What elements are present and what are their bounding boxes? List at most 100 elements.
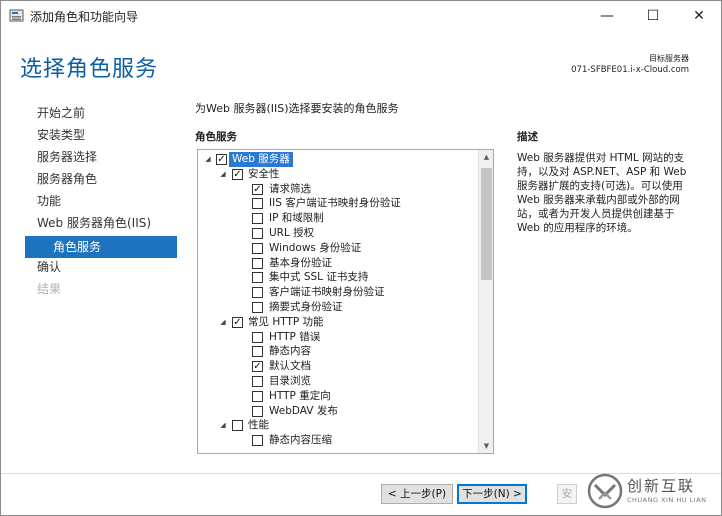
tree-item-label: Windows 身份验证 xyxy=(269,241,362,254)
tree-item[interactable]: ◢ ✓ Web 服务器 xyxy=(198,152,478,167)
tree-item[interactable]: URL 授权 xyxy=(198,226,478,241)
tree-item-label: 安全性 xyxy=(248,167,280,180)
close-icon: ✕ xyxy=(693,8,705,24)
nav-item-3[interactable]: 服务器角色 xyxy=(25,170,177,192)
tree-item[interactable]: ◢ ✓ 常见 HTTP 功能 xyxy=(198,315,478,330)
tree-item-label: IIS 客户端证书映射身份验证 xyxy=(269,197,401,210)
nav-item-1[interactable]: 安装类型 xyxy=(25,126,177,148)
tree-item-label: 基本身份验证 xyxy=(269,256,332,269)
checkbox[interactable]: ✓ xyxy=(216,154,227,165)
checkbox[interactable] xyxy=(232,420,243,432)
instruction-text: 为Web 服务器(IIS)选择要安装的角色服务 xyxy=(195,102,399,115)
tree-item-label: 静态内容 xyxy=(269,345,311,358)
tree-item[interactable]: HTTP 重定向 xyxy=(198,389,478,404)
nav-item-4[interactable]: 功能 xyxy=(25,192,177,214)
minimize-icon: — xyxy=(600,8,614,24)
tree-item[interactable]: IP 和域限制 xyxy=(198,211,478,226)
maximize-button[interactable]: ☐ xyxy=(631,1,675,31)
watermark: 创新互联 CHUANG XIN HU LIAN xyxy=(587,467,722,516)
tree-item-label: 集中式 SSL 证书支持 xyxy=(269,271,369,284)
scroll-up-icon[interactable]: ▲ xyxy=(479,150,493,164)
checkbox[interactable] xyxy=(252,405,263,417)
checkbox[interactable] xyxy=(252,272,263,284)
scroll-down-icon[interactable]: ▼ xyxy=(479,439,493,453)
checkbox[interactable] xyxy=(252,346,263,358)
tree-item-label: 静态内容压缩 xyxy=(269,434,332,447)
destination-server-label: 目标服务器 xyxy=(649,54,689,63)
description-text: Web 服务器提供对 HTML 网站的支持，以及对 ASP.NET、ASP 和 … xyxy=(517,152,687,234)
tree-item-label: 客户端证书映射身份验证 xyxy=(269,286,385,299)
tree-item-label: 性能 xyxy=(248,419,269,432)
tree-item-label: HTTP 重定向 xyxy=(269,389,331,402)
tree-item[interactable]: ◢ ✓ 安全性 xyxy=(198,167,478,182)
watermark-brand: 创新互联 xyxy=(627,477,696,495)
tree-item-label: 常见 HTTP 功能 xyxy=(248,315,324,328)
tree-item[interactable]: 目录浏览 xyxy=(198,374,478,389)
tree-item[interactable]: 客户端证书映射身份验证 xyxy=(198,285,478,300)
checkbox[interactable]: ✓ xyxy=(252,183,263,195)
tree-item[interactable]: ✓ 默认文档 xyxy=(198,359,478,374)
tree-item-label: URL 授权 xyxy=(269,226,315,239)
previous-button[interactable]: < 上一步(P) xyxy=(381,484,453,504)
expand-collapse-icon[interactable]: ◢ xyxy=(203,152,213,167)
checkbox[interactable] xyxy=(252,375,263,387)
checkbox[interactable] xyxy=(252,301,263,313)
tree-items: ◢ ✓ Web 服务器 ◢ ✓ 安全性 ✓ 请求筛选 IIS 客户端证书映射身份验证 IP 和域限… xyxy=(198,152,478,448)
checkbox[interactable] xyxy=(252,213,263,225)
title-bar[interactable]: 添加角色和功能向导 — ☐ ✕ xyxy=(1,1,721,31)
checkbox[interactable] xyxy=(252,227,263,239)
checkbox[interactable]: ✓ xyxy=(252,361,263,373)
tree-item[interactable]: ◢ 性能 xyxy=(198,418,478,433)
nav-item-6[interactable]: 角色服务 xyxy=(25,236,177,258)
checkbox[interactable] xyxy=(252,287,263,299)
minimize-button[interactable]: — xyxy=(585,1,629,31)
tree-item-label: Web 服务器 xyxy=(229,152,293,167)
tree-item[interactable]: 静态内容 xyxy=(198,344,478,359)
nav-item-5[interactable]: Web 服务器角色(IIS) xyxy=(25,214,177,236)
nav-item-0[interactable]: 开始之前 xyxy=(25,104,177,126)
watermark-sub: CHUANG XIN HU LIAN xyxy=(627,496,707,504)
install-button[interactable]: 安 xyxy=(557,484,577,504)
tree-item[interactable]: 静态内容压缩 xyxy=(198,433,478,448)
scroll-thumb[interactable] xyxy=(481,168,492,280)
description-header: 描述 xyxy=(517,131,538,143)
checkbox[interactable] xyxy=(252,242,263,254)
tree-item[interactable]: 摘要式身份验证 xyxy=(198,300,478,315)
tree-item-label: 摘要式身份验证 xyxy=(269,300,343,313)
nav-item-7[interactable]: 确认 xyxy=(25,258,177,280)
checkbox[interactable] xyxy=(252,390,263,402)
tree-item-label: HTTP 错误 xyxy=(269,330,321,343)
checkbox[interactable] xyxy=(252,435,263,447)
tree-item[interactable]: ✓ 请求筛选 xyxy=(198,182,478,197)
expand-collapse-icon[interactable]: ◢ xyxy=(218,315,228,330)
destination-server-name: 071-SFBFE01.i-x-Cloud.com xyxy=(571,65,689,75)
expand-collapse-icon[interactable]: ◢ xyxy=(218,418,228,433)
checkbox[interactable] xyxy=(252,257,263,269)
tree-item-label: 默认文档 xyxy=(269,360,311,373)
tree-item[interactable]: 基本身份验证 xyxy=(198,256,478,271)
tree-item-label: WebDAV 发布 xyxy=(269,404,338,417)
checkbox[interactable]: ✓ xyxy=(232,316,243,328)
tree-item-label: IP 和域限制 xyxy=(269,212,324,225)
close-button[interactable]: ✕ xyxy=(677,1,721,31)
checkbox[interactable]: ✓ xyxy=(232,168,243,180)
tree-item[interactable]: IIS 客户端证书映射身份验证 xyxy=(198,196,478,211)
checkbox[interactable] xyxy=(252,331,263,343)
tree-item[interactable]: Windows 身份验证 xyxy=(198,241,478,256)
tree-item[interactable]: WebDAV 发布 xyxy=(198,404,478,419)
checkbox[interactable] xyxy=(252,198,263,210)
next-button[interactable]: 下一步(N) > xyxy=(457,484,527,504)
wizard-nav: 开始之前 安装类型 服务器选择 服务器角色 功能 Web 服务器角色(IIS) 角色服务 确认… xyxy=(25,104,177,302)
expand-collapse-icon[interactable]: ◢ xyxy=(218,167,228,182)
nav-item-8: 结果 xyxy=(37,282,62,296)
roles-header: 角色服务 xyxy=(195,131,237,143)
brand-logo-icon xyxy=(587,473,623,509)
nav-item-2[interactable]: 服务器选择 xyxy=(25,148,177,170)
tree-item[interactable]: 集中式 SSL 证书支持 xyxy=(198,270,478,285)
tree-scrollbar[interactable]: ▲ ▼ xyxy=(478,150,493,453)
tree-item-label: 目录浏览 xyxy=(269,374,311,387)
window-title: 添加角色和功能向导 xyxy=(30,10,139,24)
tree-item[interactable]: HTTP 错误 xyxy=(198,330,478,345)
page-title: 选择角色服务 xyxy=(20,57,159,82)
role-services-tree[interactable]: ◢ ✓ Web 服务器 ◢ ✓ 安全性 ✓ 请求筛选 IIS 客户端证书映射身份验证 IP 和域限… xyxy=(197,149,494,454)
